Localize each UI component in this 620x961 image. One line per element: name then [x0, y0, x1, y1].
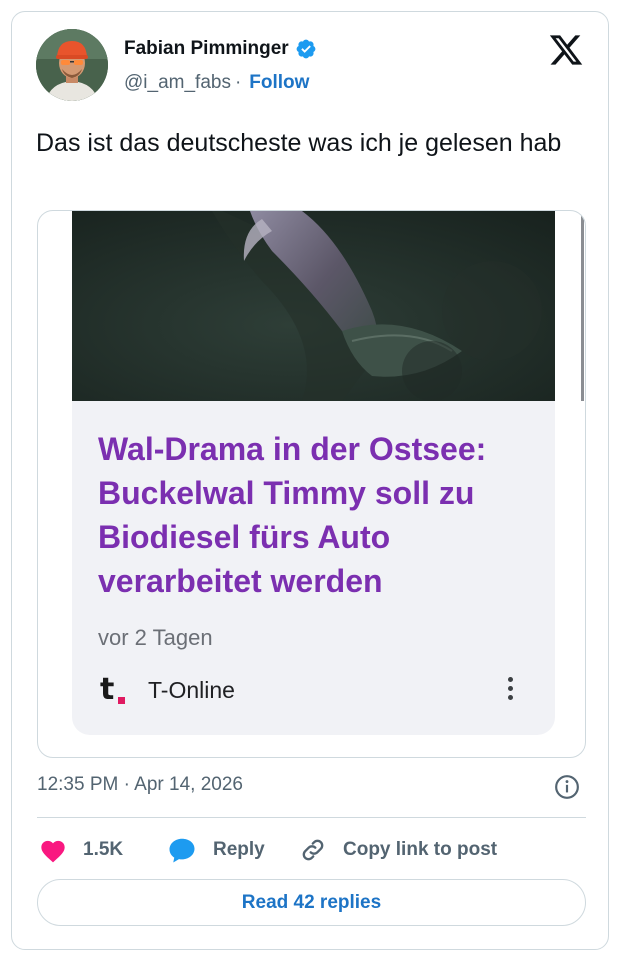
display-name[interactable]: Fabian Pimminger	[124, 38, 289, 60]
embed-scroll-indicator	[581, 211, 584, 401]
news-article-card[interactable]: Wal-Drama in der Ostsee: Buckelwal Timmy…	[72, 211, 555, 735]
embedded-media: Wal-Drama in der Ostsee: Buckelwal Timmy…	[37, 210, 586, 758]
source-logo-letter: t	[100, 672, 115, 707]
heart-icon	[41, 840, 65, 863]
reply-bubble-icon	[169, 838, 195, 863]
like-button[interactable]: 1.5K	[39, 832, 123, 868]
divider	[37, 817, 586, 818]
article-source-name: T-Online	[148, 677, 235, 703]
read-replies-label: Read 42 replies	[241, 891, 382, 913]
tonline-logo-icon: t	[100, 673, 132, 707]
x-logo-icon[interactable]	[548, 32, 584, 68]
article-headline[interactable]: Wal-Drama in der Ostsee: Buckelwal Timmy…	[98, 427, 538, 603]
avatar[interactable]	[36, 29, 108, 101]
reply-button[interactable]: Reply	[167, 832, 265, 868]
handle-row: @i_am_fabs · Follow	[124, 72, 309, 94]
author-handle[interactable]: @i_am_fabs	[124, 72, 231, 94]
action-bar: 1.5K Reply Copy link to post	[37, 832, 586, 868]
tweet-text: Das ist das deutscheste was ich je geles…	[36, 129, 562, 157]
info-icon[interactable]	[554, 774, 580, 800]
copy-link-button[interactable]: Copy link to post	[299, 832, 497, 868]
link-icon	[302, 839, 324, 861]
verified-badge-icon	[296, 39, 316, 59]
read-replies-button[interactable]: Read 42 replies	[37, 879, 586, 926]
post-timestamp[interactable]: 12:35 PM · Apr 14, 2026	[37, 774, 243, 796]
article-age: vor 2 Tagen	[98, 625, 213, 650]
handle-separator: ·	[234, 72, 242, 93]
reply-label: Reply	[213, 839, 265, 860]
source-logo-dot	[118, 697, 125, 704]
tweet-card: Fabian Pimminger @i_am_fabs · Follow Das…	[11, 11, 609, 950]
copy-link-label: Copy link to post	[343, 839, 498, 860]
more-options-icon[interactable]	[502, 673, 518, 707]
like-count: 1.5K	[83, 839, 124, 860]
author-name-row: Fabian Pimminger	[124, 38, 317, 60]
follow-button[interactable]: Follow	[249, 72, 309, 94]
humpback-whale-image	[72, 211, 555, 401]
